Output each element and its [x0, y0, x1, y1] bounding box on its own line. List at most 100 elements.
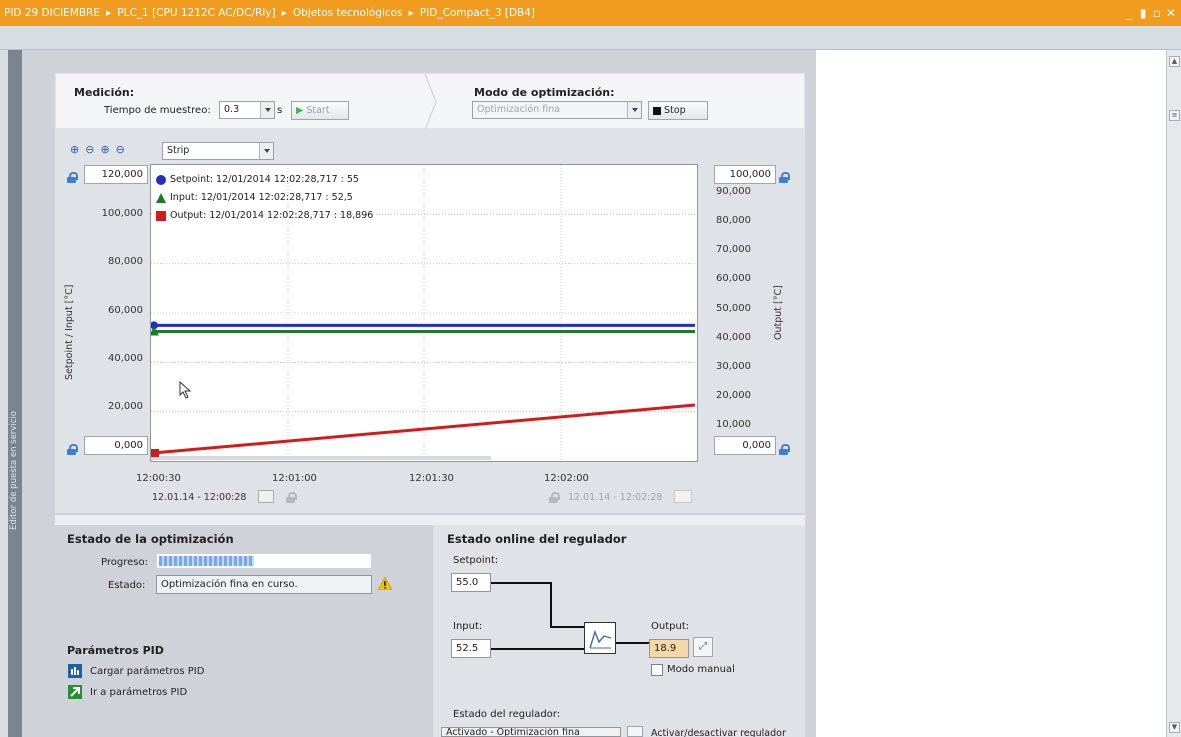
vertical-scrollbar[interactable]: ▲ ≡ ▼ [1166, 50, 1181, 737]
output-edit-icon[interactable]: ⤢ [693, 637, 713, 657]
right-tick-label: 60,000 [716, 273, 751, 284]
sample-time-label: Tiempo de muestreo: [104, 105, 211, 116]
controller-state-field: Activado - Optimización fina [441, 727, 621, 737]
right-tick-label: 20,000 [716, 390, 751, 401]
right-axis-max[interactable]: 100,000 [714, 165, 776, 184]
left-tick-label: 20,000 [108, 401, 143, 412]
lock-icon[interactable] [67, 172, 78, 184]
right-tick-label: 30,000 [716, 361, 751, 372]
right-tick-label: 80,000 [716, 215, 751, 226]
breadcrumb-project[interactable]: PID 29 DICIEMBRE [4, 7, 100, 19]
start-time-label[interactable]: 12.01.14 - 12:00:28 [152, 492, 246, 503]
lock-icon[interactable] [779, 444, 790, 456]
chevron-down-icon[interactable] [627, 102, 641, 118]
square-marker-icon [156, 210, 166, 221]
legend-label: Setpoint: 12/01/2014 12:02:28,717 : 55 [170, 174, 359, 185]
x-tick-label: 12:01:30 [409, 473, 454, 484]
breadcrumb-tech-objects[interactable]: Objetos tecnológicos [293, 7, 403, 19]
status-field: Optimización fina en curso. [156, 575, 372, 594]
output-label: Output: [651, 621, 690, 632]
right-axis-min[interactable]: 0,000 [714, 436, 776, 455]
goto-params-link[interactable]: Ir a parámetros PID [90, 687, 187, 698]
x-tick-label: 12:01:00 [272, 473, 317, 484]
controller-toggle-icon[interactable] [627, 726, 643, 737]
lock-icon[interactable] [779, 172, 790, 184]
panel-menu-icon[interactable]: ≡ [1169, 110, 1180, 121]
left-axis-label: Setpoint / Input [°C] [64, 284, 75, 380]
zoom-in-y-icon[interactable]: ⊕ [100, 143, 109, 156]
controller-state-label: Estado del regulador: [453, 709, 561, 720]
optimization-mode-select[interactable]: Optimización fina [472, 101, 642, 119]
step-chevron-icon [424, 74, 437, 130]
lock-icon[interactable] [67, 444, 78, 456]
left-tick-label: 40,000 [108, 353, 143, 364]
breadcrumb-pid-compact[interactable]: PID_Compact_3 [DB4] [420, 7, 535, 19]
lock-icon[interactable] [549, 492, 560, 504]
manual-mode-label: Modo manual [667, 664, 735, 675]
mouse-pointer-icon [179, 381, 192, 399]
calendar-dropdown-icon[interactable] [258, 490, 274, 503]
load-params-link[interactable]: Cargar parámetros PID [90, 666, 204, 677]
legend-item-setpoint: Setpoint: 12/01/2014 12:02:28,717 : 55 [156, 174, 359, 185]
legend-label: Output: 12/01/2014 12:02:28,717 : 18,896 [170, 210, 374, 221]
breadcrumb-plc[interactable]: PLC_1 [CPU 1212C AC/DC/Rly] [117, 7, 275, 19]
chevron-down-icon[interactable] [259, 143, 273, 159]
display-mode-select[interactable]: Strip [162, 142, 274, 160]
sample-time-value: 0.3 [224, 104, 240, 115]
output-series-line [152, 403, 696, 455]
zoom-in-x-icon[interactable]: ⊕ [70, 143, 79, 156]
warning-icon [378, 577, 392, 590]
zoom-toolbar: ⊕ ⊖ ⊕ ⊖ [70, 143, 125, 156]
sample-time-select[interactable]: 0.3 [219, 101, 275, 119]
right-tick-label: 90,000 [716, 186, 751, 197]
circle-marker-icon [156, 174, 166, 185]
end-time-label[interactable]: 12.01.14 - 12:02:28 [568, 492, 662, 503]
controller-toggle-label[interactable]: Activar/desactivar regulador [651, 728, 786, 737]
commissioning-editor-tab[interactable]: Editor de puesta en servicio [8, 50, 28, 737]
zoom-out-y-icon[interactable]: ⊖ [116, 143, 125, 156]
tile-icon[interactable]: ▮ [1137, 7, 1149, 19]
goto-arrow-icon[interactable] [68, 685, 82, 699]
optimization-mode-value: Optimización fina [477, 104, 561, 115]
sample-time-unit: s [277, 105, 283, 116]
output-value: 18.9 [649, 639, 689, 658]
scroll-down-icon[interactable]: ▼ [1169, 722, 1180, 733]
toolbar-strip [0, 26, 1181, 50]
stop-icon [653, 106, 661, 115]
load-params-icon[interactable] [68, 664, 82, 678]
stop-label: Stop [664, 105, 686, 116]
left-tick-label: 60,000 [108, 305, 143, 316]
title-bar: PID 29 DICIEMBRE ▸ PLC_1 [CPU 1212C AC/DC/… [0, 0, 1181, 26]
lock-icon[interactable] [286, 492, 297, 504]
panel-divider[interactable] [805, 50, 816, 737]
manual-mode-checkbox[interactable] [651, 664, 663, 676]
legend-item-input: Input: 12/01/2014 12:02:28,717 : 52,5 [156, 192, 353, 203]
minimize-icon[interactable]: _ [1123, 7, 1135, 19]
pid-controller-icon [584, 622, 616, 654]
scroll-up-icon[interactable]: ▲ [1169, 56, 1180, 67]
trend-plot[interactable]: Setpoint: 12/01/2014 12:02:28,717 : 55 I… [150, 164, 698, 462]
right-tick-label: 50,000 [716, 303, 751, 314]
restore-icon[interactable]: ▫ [1151, 7, 1163, 19]
display-mode-value: Strip [167, 145, 190, 156]
left-axis-min[interactable]: 0,000 [84, 436, 148, 455]
input-label: Input: [453, 621, 483, 632]
play-icon: ▶ [296, 105, 304, 116]
window-controls: _ ▮ ▫ ✕ [1123, 0, 1177, 26]
right-empty-area [816, 50, 1166, 737]
stop-button[interactable]: Stop [648, 101, 708, 120]
progress-fill [159, 556, 254, 566]
left-tick-label: 80,000 [108, 256, 143, 267]
close-icon[interactable]: ✕ [1165, 7, 1177, 19]
left-edge [0, 50, 8, 737]
setpoint-value: 55.0 [451, 573, 491, 592]
triangle-marker-icon [156, 192, 166, 203]
start-button[interactable]: ▶ Start [291, 101, 349, 120]
output-start-marker [151, 449, 159, 458]
chevron-down-icon[interactable] [260, 102, 274, 118]
zoom-out-x-icon[interactable]: ⊖ [85, 143, 94, 156]
right-axis-label: Output [°C] [773, 285, 784, 340]
calendar-dropdown-icon[interactable] [674, 490, 692, 503]
left-axis-max[interactable]: 120,000 [84, 165, 148, 184]
status-label: Estado: [108, 580, 146, 591]
